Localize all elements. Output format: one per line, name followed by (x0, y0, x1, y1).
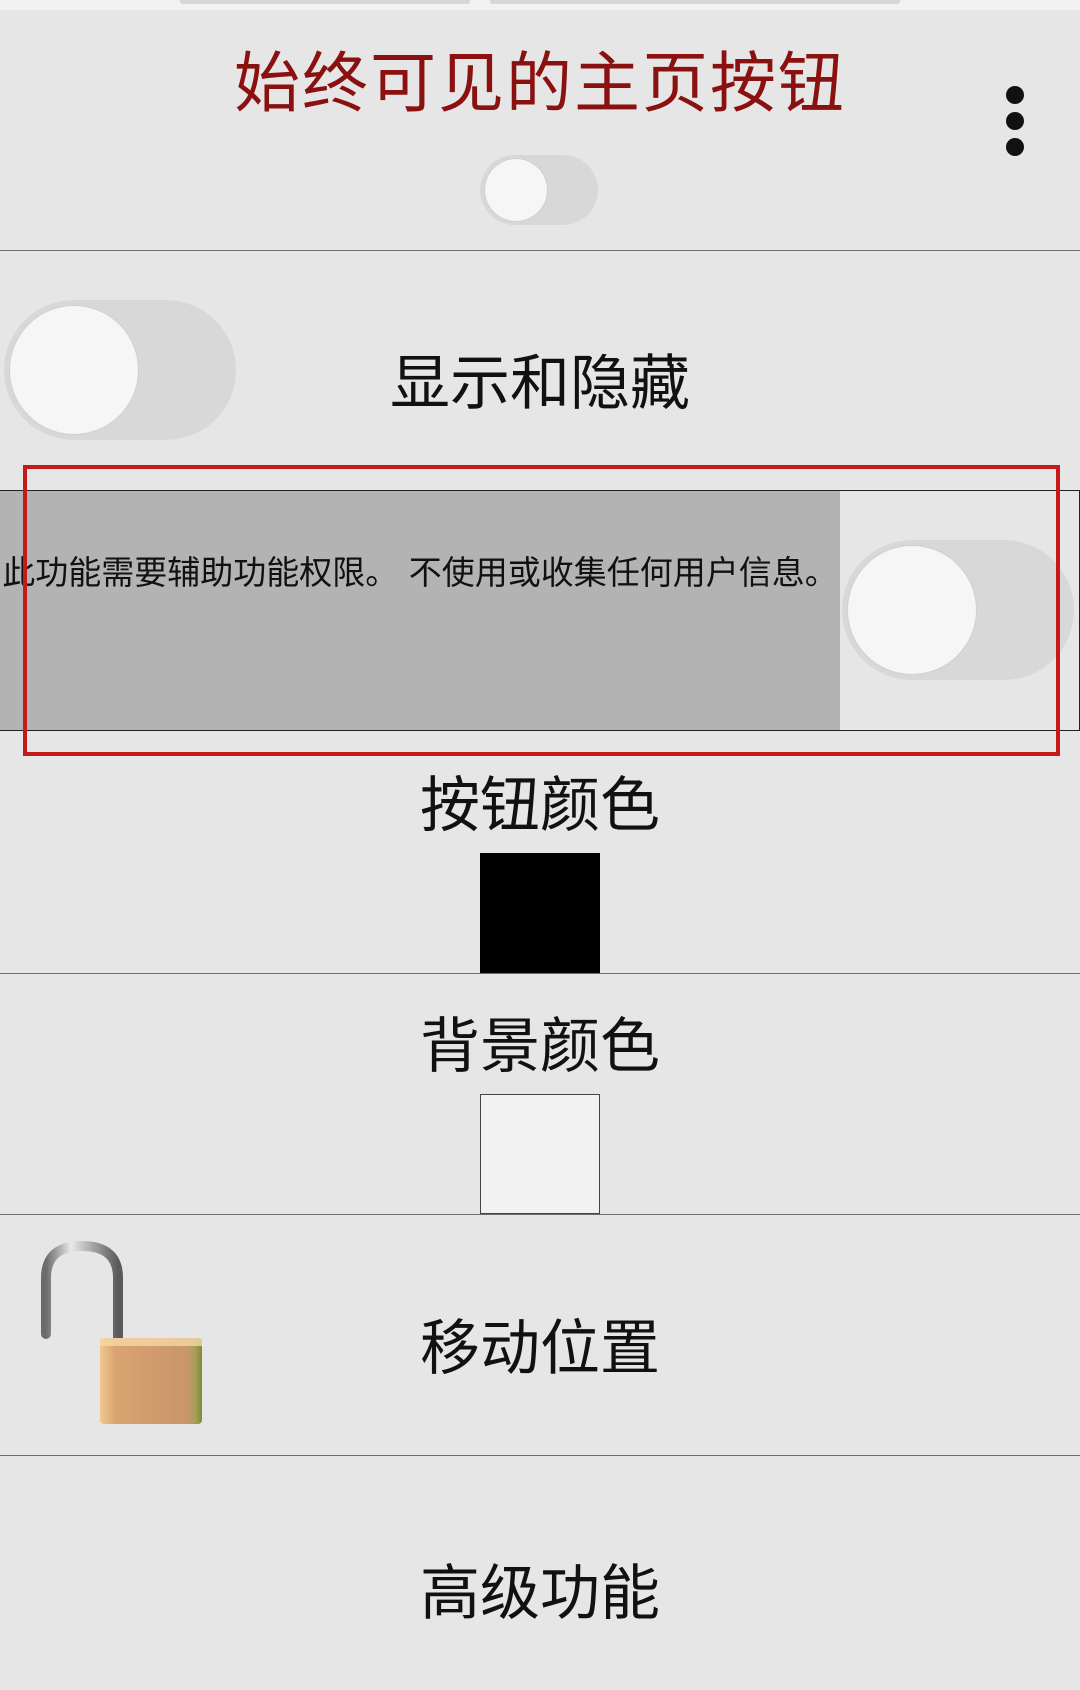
toggle-thumb (848, 546, 976, 674)
button-color-swatch[interactable] (480, 853, 600, 973)
advanced-features-label[interactable]: 高级功能 (0, 1545, 1080, 1632)
show-hide-label: 显示和隐藏 (390, 349, 690, 419)
divider (0, 973, 1080, 974)
status-indicator (490, 0, 900, 4)
settings-screen: 始终可见的主页按钮 显示和隐藏 此功能需要辅助功能权限。 不使用或收集任何用户信… (0, 0, 1080, 1690)
page-title: 始终可见的主页按钮 (234, 45, 846, 122)
master-toggle[interactable] (480, 155, 598, 225)
divider (0, 1214, 1080, 1215)
status-bar (0, 0, 1080, 10)
status-indicator (180, 0, 470, 4)
toggle-thumb (485, 159, 547, 221)
accessibility-permission-toggle[interactable] (842, 540, 1074, 680)
background-color-label: 背景颜色 (420, 1012, 660, 1082)
button-color-label: 按钮颜色 (420, 771, 660, 841)
divider (0, 1455, 1080, 1456)
move-position-label: 移动位置 (420, 1314, 660, 1384)
more-vertical-icon[interactable] (995, 80, 1035, 160)
background-color-swatch[interactable] (480, 1094, 600, 1214)
divider (0, 250, 1080, 251)
permission-description: 此功能需要辅助功能权限。 不使用或收集任何用户信息。 (2, 553, 838, 592)
permission-panel: 此功能需要辅助功能权限。 不使用或收集任何用户信息。 (0, 491, 840, 730)
